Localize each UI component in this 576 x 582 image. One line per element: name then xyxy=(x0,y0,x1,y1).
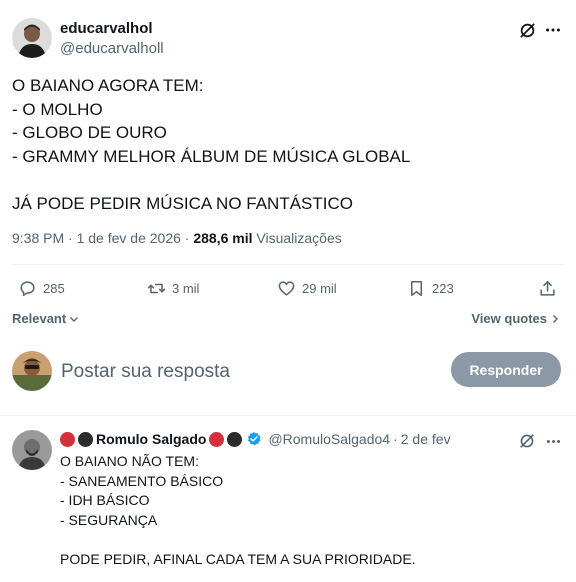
views-label: Visualizações xyxy=(256,230,342,246)
meta-separator: · xyxy=(393,431,398,447)
view-quotes-link[interactable]: View quotes xyxy=(471,311,560,326)
red-circle-emoji xyxy=(60,431,75,447)
reply-author-handle[interactable]: @RomuloSalgado4 xyxy=(268,431,390,447)
post-time[interactable]: 9:38 PM xyxy=(12,230,64,246)
reply-action[interactable]: 285 xyxy=(18,279,65,298)
bookmark-icon xyxy=(410,281,423,296)
chevron-down-icon xyxy=(70,316,79,322)
bookmark-action[interactable]: 223 xyxy=(407,279,454,298)
sort-dropdown[interactable]: Relevant xyxy=(12,311,79,326)
repost-icon xyxy=(147,283,166,294)
heart-icon xyxy=(278,281,295,296)
view-quotes-label: View quotes xyxy=(471,311,547,326)
like-action[interactable]: 29 mil xyxy=(277,279,337,298)
bookmark-count: 223 xyxy=(432,281,454,296)
share-action[interactable] xyxy=(538,279,557,298)
more-icon[interactable] xyxy=(542,430,564,452)
more-icon[interactable] xyxy=(542,19,564,41)
meta-separator: · xyxy=(184,230,190,246)
reply-header: Romulo Salgado @RomuloSalgado4 · 2 de fe… xyxy=(60,431,451,447)
reply-button[interactable]: Responder xyxy=(451,352,561,387)
author-avatar[interactable] xyxy=(12,18,52,58)
reply-input[interactable]: Postar sua resposta xyxy=(61,361,230,383)
repost-action[interactable]: 3 mil xyxy=(147,279,199,298)
divider xyxy=(12,264,564,265)
black-circle-emoji xyxy=(227,431,243,447)
reply-author-name[interactable]: Romulo Salgado xyxy=(96,431,206,447)
reply-date[interactable]: 2 de fev xyxy=(401,431,451,447)
reply-text: O BAIANO NÃO TEM: - SANEAMENTO BÁSICO - … xyxy=(60,453,416,567)
share-icon xyxy=(540,281,555,296)
repost-count: 3 mil xyxy=(172,281,200,296)
like-count: 29 mil xyxy=(302,281,337,296)
reply-count: 285 xyxy=(43,281,65,296)
reply-icon xyxy=(20,281,35,296)
post-date[interactable]: 1 de fev de 2026 xyxy=(77,230,181,246)
post-meta: 9:38 PM · 1 de fev de 2026 · 288,6 mil V… xyxy=(12,230,342,246)
author-name[interactable]: educarvalhol xyxy=(60,20,153,37)
red-circle-emoji xyxy=(209,431,225,447)
verified-badge-icon xyxy=(246,431,262,447)
divider xyxy=(0,415,576,416)
reply-author-avatar[interactable] xyxy=(12,430,52,470)
views-count[interactable]: 288,6 mil xyxy=(193,230,252,246)
black-circle-emoji xyxy=(78,431,93,447)
post-text: O BAIANO AGORA TEM: - O MOLHO - GLOBO DE… xyxy=(12,76,411,213)
grok-icon[interactable] xyxy=(516,430,538,452)
current-user-avatar[interactable] xyxy=(12,351,52,391)
sort-label: Relevant xyxy=(12,311,67,326)
grok-icon[interactable] xyxy=(516,19,538,41)
chevron-right-icon xyxy=(553,314,558,323)
meta-separator: · xyxy=(68,230,73,246)
author-handle[interactable]: @educarvalholl xyxy=(60,40,164,57)
